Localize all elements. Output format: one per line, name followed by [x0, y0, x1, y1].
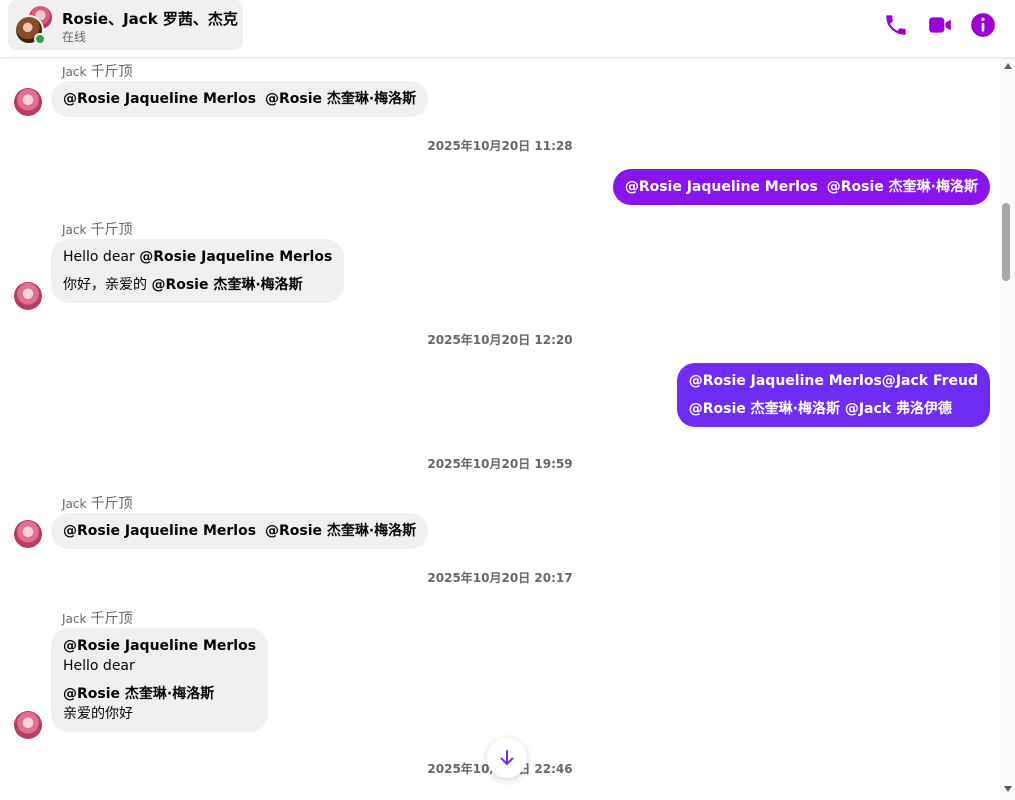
- mention[interactable]: @Rosie 杰奎琳·梅洛斯: [63, 684, 256, 704]
- chat-header: Rosie、Jack 罗茜、杰克 在线: [0, 0, 1015, 58]
- phone-icon: [886, 15, 906, 35]
- mention[interactable]: @Rosie 杰奎琳·梅洛斯: [265, 523, 416, 539]
- group-avatar: [14, 4, 54, 46]
- mention[interactable]: @Rosie Jaqueline Merlos: [625, 179, 818, 195]
- vertical-scrollbar[interactable]: [1000, 57, 1015, 800]
- mention[interactable]: @Rosie 杰奎琳·梅洛斯: [265, 91, 416, 107]
- scroll-to-bottom-button[interactable]: [487, 738, 527, 778]
- info-icon: [971, 13, 995, 37]
- scroll-up-arrow[interactable]: [1004, 63, 1012, 69]
- message-line: 你好，亲爱的 @Rosie 杰奎琳·梅洛斯: [63, 277, 303, 293]
- scrollbar-thumb[interactable]: [1002, 203, 1010, 281]
- timestamp: 2025年10月20日 19:59: [427, 457, 573, 471]
- mention[interactable]: @Rosie Jaqueline Merlos: [63, 91, 256, 107]
- sender-avatar[interactable]: [14, 88, 42, 116]
- message-bubble[interactable]: @Rosie Jaqueline Merlos @Rosie 杰奎琳·梅洛斯: [51, 81, 429, 117]
- sender-avatar[interactable]: [14, 520, 42, 548]
- sender-avatar[interactable]: [14, 711, 42, 739]
- sender-name: Jack 千斤顶: [62, 496, 133, 512]
- message-bubble[interactable]: Hello dear @Rosie Jaqueline Merlos 你好，亲爱…: [51, 239, 345, 303]
- audio-call-button[interactable]: [883, 12, 909, 38]
- sender-name: Jack 千斤顶: [62, 222, 133, 238]
- mention[interactable]: @Rosie Jaqueline Merlos: [139, 249, 332, 265]
- message-list: Jack 千斤顶 @Rosie Jaqueline Merlos @Rosie 杰…: [0, 57, 1000, 800]
- video-call-button[interactable]: [927, 12, 953, 38]
- sender-nickname: 千斤顶: [90, 611, 133, 627]
- message-line: @Rosie 杰奎琳·梅洛斯 @Jack 弗洛伊德: [688, 401, 952, 417]
- sender-name: Jack 千斤顶: [62, 611, 133, 627]
- message-line: 亲爱的你好: [63, 706, 133, 722]
- timestamp: 2025年10月20日 20:17: [427, 571, 573, 585]
- video-camera-icon: [929, 17, 951, 33]
- sender-name: Jack 千斤顶: [62, 64, 133, 80]
- conversation-info-button[interactable]: [970, 12, 996, 38]
- mention[interactable]: @Rosie Jaqueline Merlos: [63, 523, 256, 539]
- sender-avatar[interactable]: [14, 282, 42, 310]
- message-bubble[interactable]: @Rosie Jaqueline Merlos @Rosie 杰奎琳·梅洛斯: [51, 513, 429, 549]
- mention[interactable]: @Rosie 杰奎琳·梅洛斯: [827, 179, 978, 195]
- sender-nickname: 千斤顶: [90, 222, 133, 238]
- timestamp: 2025年10月20日 12:20: [427, 333, 573, 347]
- message-line: @Rosie Jaqueline Merlos@Jack Freud: [688, 373, 978, 389]
- arrow-down-icon: [500, 750, 514, 765]
- message-bubble[interactable]: @Rosie Jaqueline Merlos Hello dear @Rosi…: [51, 628, 269, 732]
- message-line: Hello dear @Rosie Jaqueline Merlos: [63, 249, 333, 265]
- messenger-chat-window: Rosie、Jack 罗茜、杰克 在线 Jack 千斤顶 @Rosie Jaqu…: [0, 0, 1015, 800]
- sender-nickname: 千斤顶: [90, 496, 133, 512]
- mention[interactable]: @Rosie Jaqueline Merlos: [63, 636, 256, 656]
- message-bubble-outgoing[interactable]: @Rosie Jaqueline Merlos @Rosie 杰奎琳·梅洛斯: [612, 169, 990, 205]
- chat-title: Rosie、Jack 罗茜、杰克: [62, 10, 238, 28]
- chat-status: 在线: [62, 30, 87, 44]
- chat-info-button[interactable]: Rosie、Jack 罗茜、杰克 在线: [8, 0, 243, 50]
- online-status-dot: [34, 33, 46, 45]
- message-line: Hello dear: [63, 658, 135, 674]
- mention[interactable]: @Rosie 杰奎琳·梅洛斯: [151, 277, 302, 293]
- timestamp: 2025年10月20日 11:28: [427, 139, 573, 153]
- message-bubble-outgoing[interactable]: @Rosie Jaqueline Merlos@Jack Freud @Rosi…: [676, 363, 990, 427]
- scroll-down-arrow[interactable]: [1004, 786, 1012, 792]
- sender-nickname: 千斤顶: [90, 64, 133, 80]
